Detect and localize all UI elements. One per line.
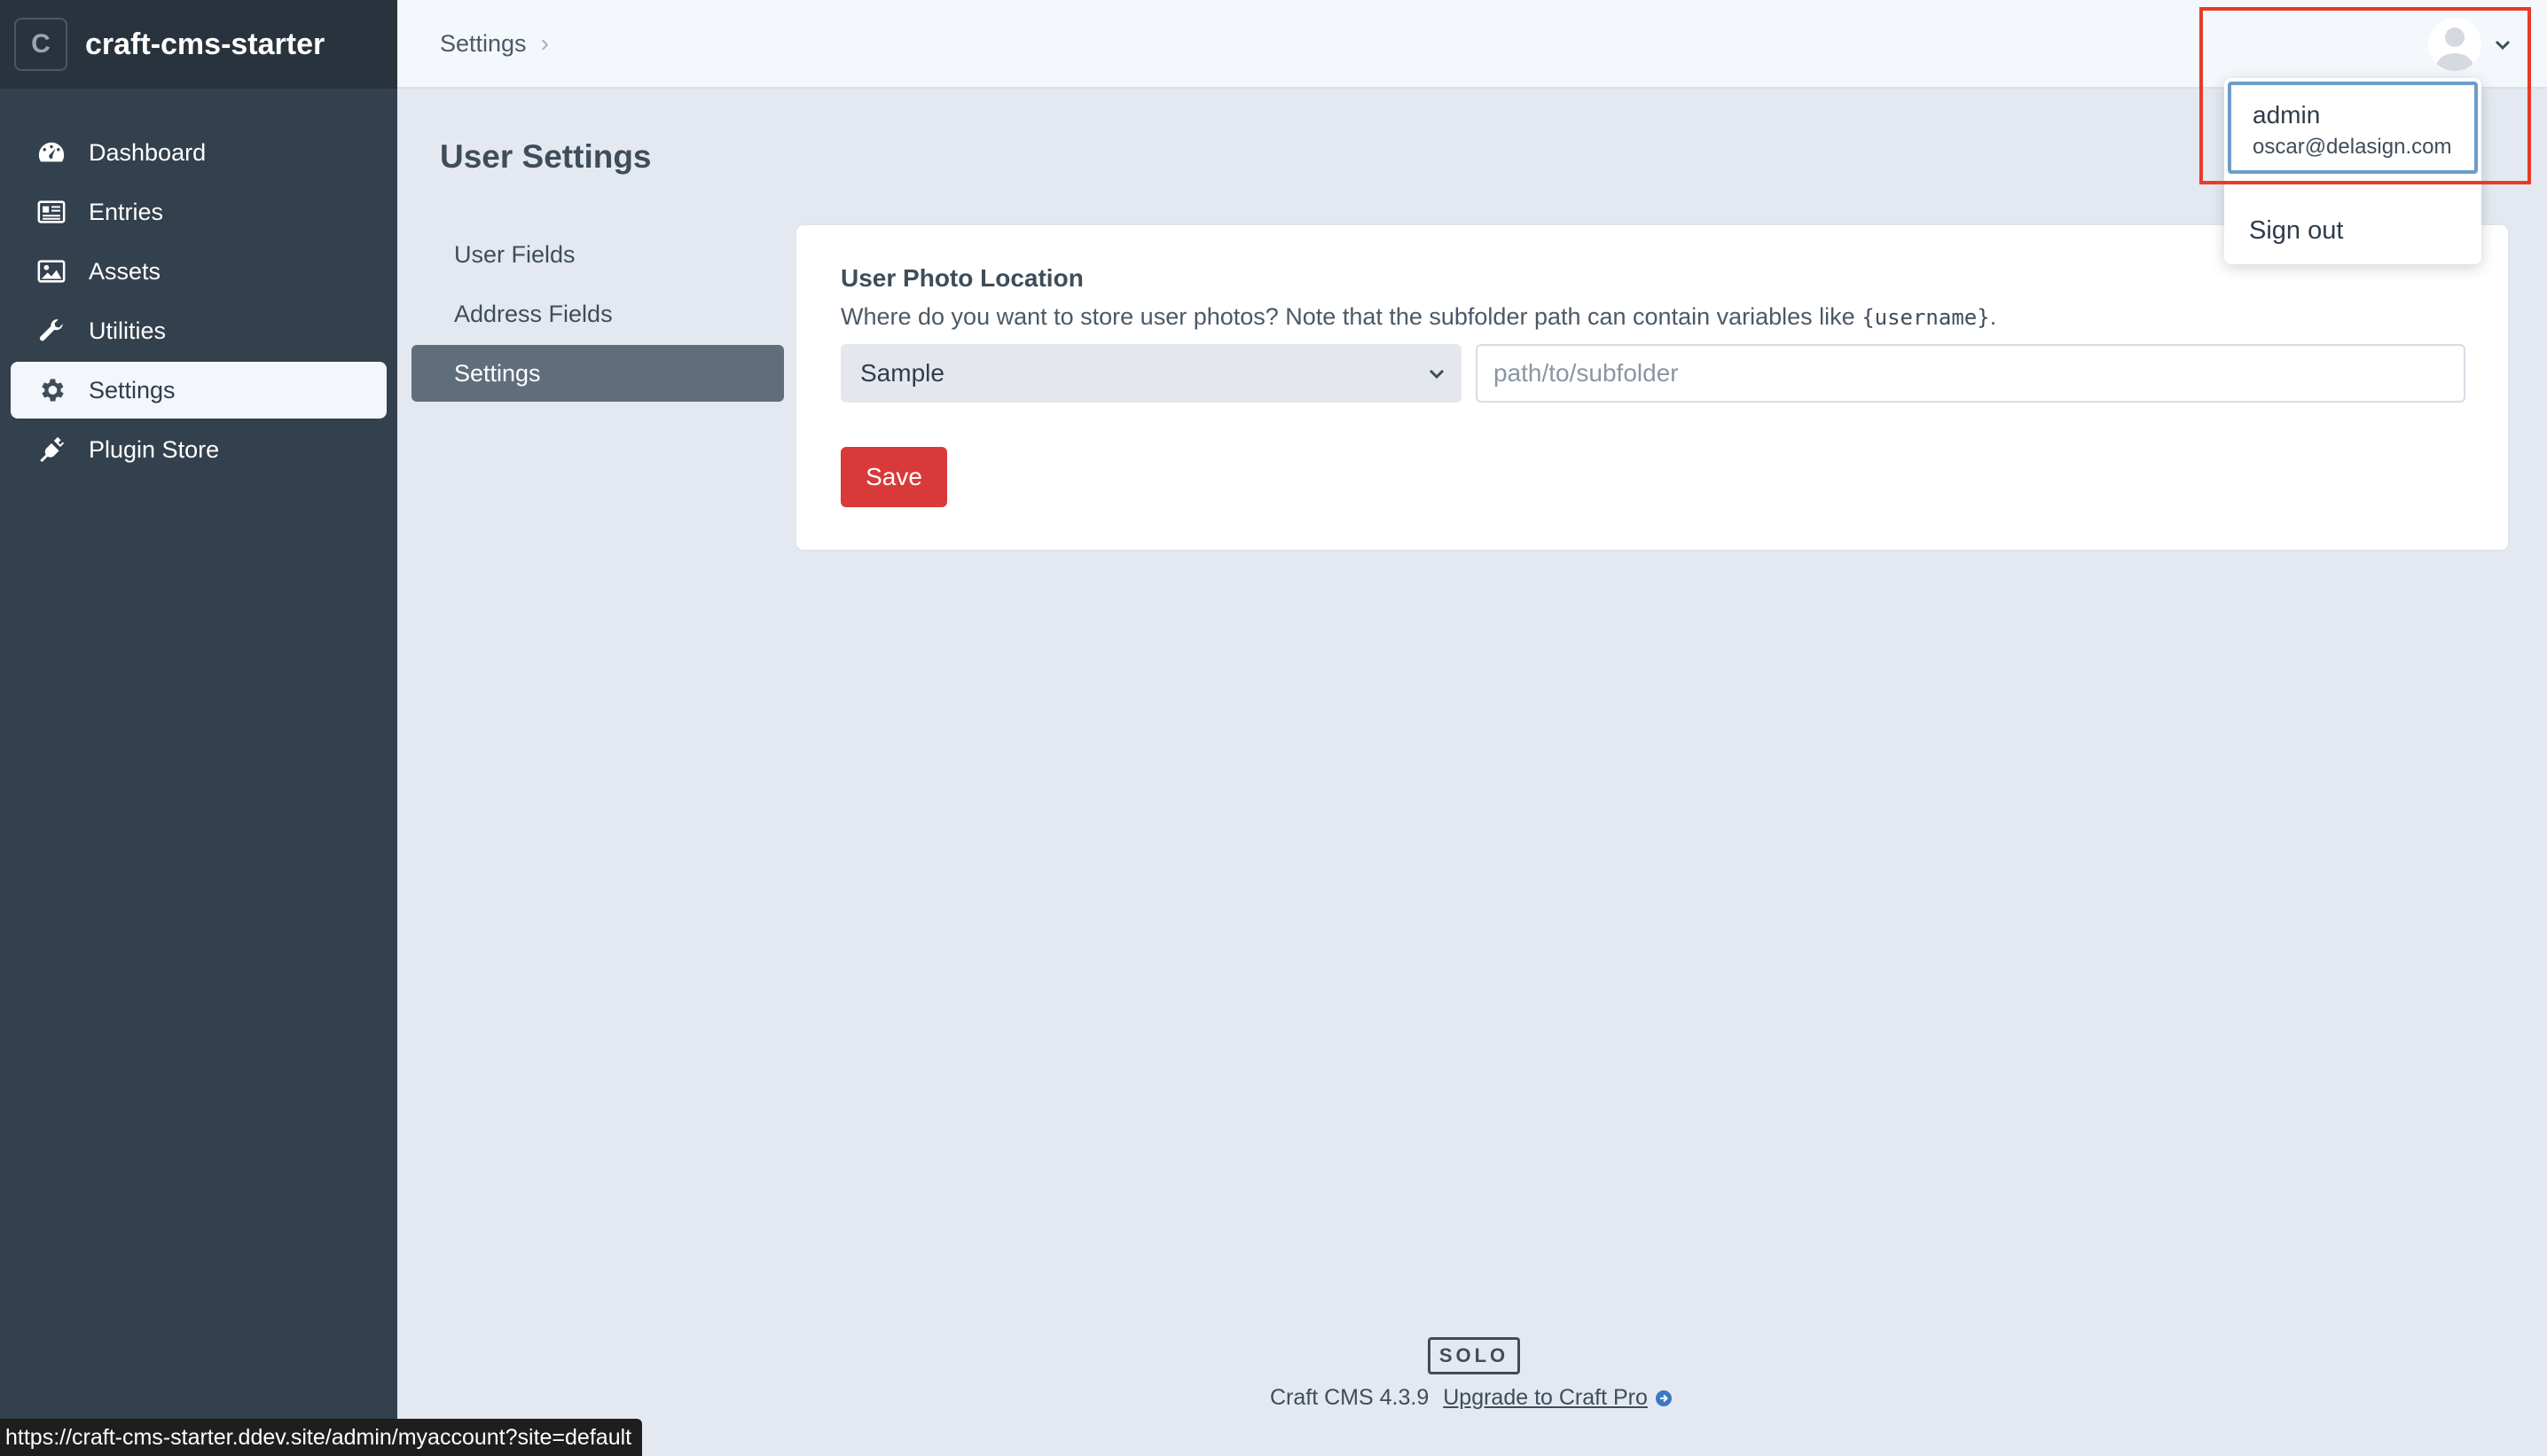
- sidebar-item-plugin-store[interactable]: Plugin Store: [11, 421, 387, 478]
- arrow-circle-right-icon: [1655, 1389, 1672, 1406]
- sidebar-item-assets[interactable]: Assets: [11, 243, 387, 300]
- breadcrumb[interactable]: Settings: [440, 30, 527, 58]
- gear-icon: [35, 374, 67, 406]
- gauge-icon: [35, 137, 67, 168]
- save-button[interactable]: Save: [841, 447, 947, 507]
- plug-icon: [35, 434, 67, 466]
- field-instructions: Where do you want to store user photos? …: [841, 303, 1996, 331]
- settings-card: User Photo Location Where do you want to…: [796, 225, 2508, 550]
- wrench-icon: [35, 315, 67, 347]
- subfolder-input[interactable]: [1476, 344, 2465, 403]
- upgrade-link[interactable]: Upgrade to Craft Pro: [1443, 1385, 1648, 1411]
- status-bar-url: https://craft-cms-starter.ddev.site/admi…: [0, 1419, 643, 1456]
- sidebar-item-dashboard[interactable]: Dashboard: [11, 124, 387, 181]
- sidebar-item-label: Assets: [89, 257, 161, 285]
- sidebar-item-utilities[interactable]: Utilities: [11, 302, 387, 359]
- sidebar-item-label: Plugin Store: [89, 435, 220, 463]
- chevron-down-icon: [1429, 369, 1445, 380]
- volume-select-value: Sample: [860, 359, 944, 387]
- site-logo: C: [14, 18, 67, 71]
- sidebar-item-label: Settings: [89, 376, 176, 403]
- sidebar-item-settings[interactable]: Settings: [11, 362, 387, 419]
- breadcrumb-separator: ›: [540, 29, 549, 57]
- settings-subnav: User Fields Address Fields Settings: [411, 226, 784, 404]
- newspaper-icon: [35, 196, 67, 228]
- sidebar-item-label: Entries: [89, 198, 164, 225]
- sidebar-item-entries[interactable]: Entries: [11, 184, 387, 240]
- sidebar-item-label: Utilities: [89, 317, 167, 344]
- footer-info: Craft CMS 4.3.9 Upgrade to Craft Pro: [1270, 1385, 1673, 1411]
- main-nav: Dashboard Entries Assets Utilities Setti…: [0, 124, 397, 478]
- subnav-item-user-fields[interactable]: User Fields: [411, 226, 784, 283]
- annotation-highlight-box: [2199, 7, 2531, 184]
- sign-out-link[interactable]: Sign out: [2249, 216, 2343, 246]
- instructions-code: {username}: [1861, 305, 1990, 330]
- sidebar: C craft-cms-starter Dashboard Entries As…: [0, 0, 397, 1456]
- version-text: Craft CMS 4.3.9: [1270, 1385, 1430, 1410]
- edition-badge: SOLO: [1428, 1337, 1520, 1374]
- instructions-suffix: .: [1989, 303, 1997, 330]
- field-label: User Photo Location: [841, 264, 1084, 292]
- instructions-text: Where do you want to store user photos? …: [841, 303, 1862, 330]
- image-icon: [35, 255, 67, 287]
- subnav-item-settings[interactable]: Settings: [411, 345, 784, 402]
- site-name: craft-cms-starter: [85, 27, 325, 61]
- page-title: User Settings: [440, 138, 652, 175]
- sidebar-item-label: Dashboard: [89, 138, 207, 166]
- volume-select[interactable]: Sample: [841, 344, 1462, 403]
- site-brand[interactable]: C craft-cms-starter: [0, 0, 397, 89]
- subnav-item-address-fields[interactable]: Address Fields: [411, 286, 784, 342]
